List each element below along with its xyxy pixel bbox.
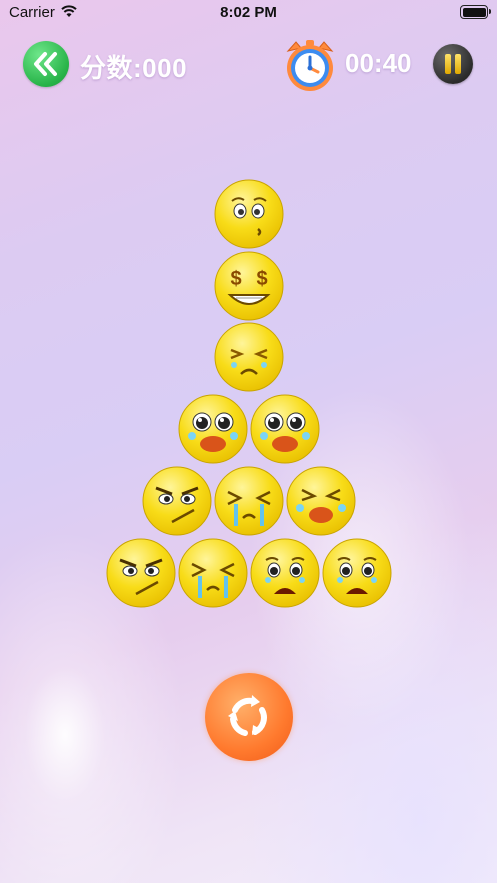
wailing-emoji-icon	[250, 394, 320, 464]
clock-time: 8:02 PM	[220, 4, 277, 21]
worried-emoji-icon	[214, 179, 284, 249]
back-button[interactable]	[23, 41, 69, 87]
double-chevron-left-icon	[34, 52, 57, 76]
crying-squint-emoji-icon	[214, 322, 284, 392]
emoji-tile-wailing[interactable]	[250, 394, 320, 464]
money-eyes-emoji-icon: $ $	[214, 251, 284, 321]
alarm-clock-icon	[286, 40, 334, 91]
angry-frown-emoji-icon	[106, 538, 176, 608]
emoji-tile-sad-teary[interactable]	[250, 538, 320, 608]
emoji-tile-sad-teary[interactable]	[322, 538, 392, 608]
pause-button[interactable]	[433, 44, 473, 84]
svg-text:$: $	[256, 268, 267, 290]
angry-frown-emoji-icon	[142, 466, 212, 536]
crying-streams-emoji-icon	[214, 466, 284, 536]
refresh-icon	[228, 695, 267, 736]
emoji-tile-crying-streams[interactable]	[214, 466, 284, 536]
score-label: 分数:000	[80, 53, 188, 83]
status-bar: Carrier 8:02 PM	[0, 0, 497, 26]
emoji-tile-angry-frown[interactable]	[106, 538, 176, 608]
svg-text:$: $	[230, 268, 241, 290]
emoji-tile-money-eyes[interactable]: $ $	[214, 251, 284, 321]
wailing-emoji-icon	[178, 394, 248, 464]
battery-icon	[460, 5, 491, 19]
emoji-tile-crying-squint[interactable]	[214, 322, 284, 392]
emoji-tile-crying-streams[interactable]	[178, 538, 248, 608]
refresh-button[interactable]	[205, 673, 293, 761]
crying-streams-emoji-icon	[178, 538, 248, 608]
wailing-squint-emoji-icon	[286, 466, 356, 536]
sad-teary-emoji-icon	[322, 538, 392, 608]
emoji-tile-worried[interactable]	[214, 179, 284, 249]
emoji-tile-wailing-squint[interactable]	[286, 466, 356, 536]
emoji-tile-wailing[interactable]	[178, 394, 248, 464]
sad-teary-emoji-icon	[250, 538, 320, 608]
timer-label: 00:40	[345, 48, 412, 78]
emoji-tile-angry-frown[interactable]	[142, 466, 212, 536]
